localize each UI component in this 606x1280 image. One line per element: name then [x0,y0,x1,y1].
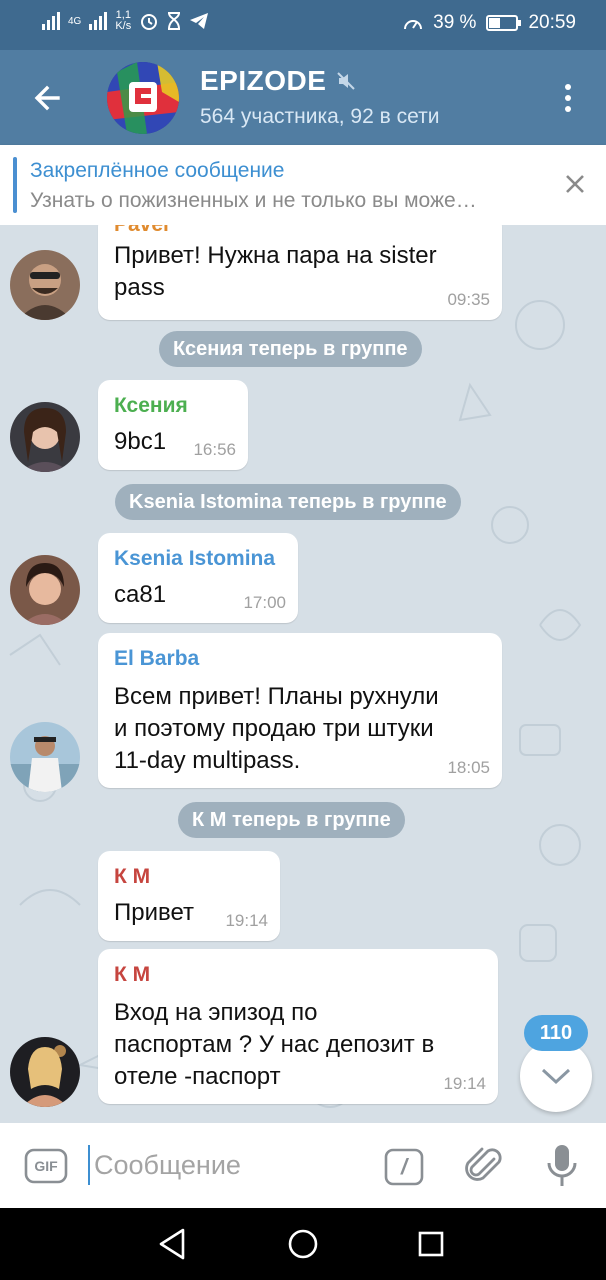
network-speed: 1,1 K/s [115,10,131,32]
battery-icon [486,15,522,31]
close-icon[interactable] [562,171,588,197]
chat-header: EPIZODE 564 участника, 92 в сети [0,50,606,145]
status-bar-left: 4G 1,1 K/s [42,10,209,32]
hourglass-icon [168,12,181,30]
message-text: Вход на эпизод по паспортам ? У нас депо… [114,997,434,1093]
message-text-line: Привет [114,899,195,926]
message-text: Всем привет! Планы рухнули и поэтому про… [114,681,439,777]
nav-recents-icon[interactable] [413,1226,449,1262]
message-text-line: отеле -паспорт [114,1063,281,1090]
message-bubble[interactable]: Pavel Привет! Нужна пара на sister pass … [98,225,502,320]
signal-icon-2 [89,12,108,30]
attach-icon[interactable] [464,1145,504,1187]
chat-title-text: EPIZODE [200,65,327,96]
message-text-line: Всем привет! Планы рухнули [114,683,439,710]
message-input[interactable]: Сообщение [88,1145,358,1185]
message-text-line: pass [114,274,165,301]
avatar-ksenia-istomina[interactable] [10,555,80,625]
unread-count-badge: 110 [524,1015,588,1051]
message-time: 17:00 [243,593,286,612]
message-text-line: Вход на эпизод по [114,999,318,1026]
avatar-pavel[interactable] [10,250,80,320]
message-bubble[interactable]: Ksenia Istomina ca81 17:00 [98,533,298,623]
message-text-line: 11-day multipass. [114,747,301,774]
pinned-title: Закреплённое сообщение [30,159,285,182]
message-text-line: ca81 [114,581,167,608]
system-navigation-bar [0,1208,606,1280]
message-text: Привет! Нужна пара на sister pass [114,240,437,304]
speed-unit: K/s [115,20,132,32]
back-arrow-icon[interactable] [28,78,68,118]
status-bar: 4G 1,1 K/s 39 % 20:59 [0,0,606,50]
clock: 20:59 [528,12,576,33]
pinned-text: Узнать о пожизненных и не только вы може… [30,189,477,212]
message-composer: GIF Сообщение / [0,1123,606,1208]
network-type: 4G [68,15,82,27]
message-sender: El Barba [114,647,200,670]
message-text-line: и поэтому продаю три штуки [114,715,434,742]
gif-button[interactable]: GIF [24,1148,68,1184]
pinned-message[interactable]: Закреплённое сообщение Узнать о пожизнен… [0,145,606,225]
chat-title[interactable]: EPIZODE [200,65,356,97]
message-sender: Ksenia Istomina [114,547,276,570]
avatar-km[interactable] [10,1037,80,1107]
message-sender: К М [114,865,151,888]
message-sender: К М [114,963,151,986]
command-label: / [400,1154,408,1179]
battery-fill [489,18,500,28]
bot-commands-button[interactable]: / [384,1148,424,1186]
message-bubble[interactable]: Ксения 9bc1 16:56 [98,380,248,470]
message-sender: Pavel [114,225,169,237]
avatar-el-barba[interactable] [10,722,80,792]
message-sender: Ксения [114,394,188,417]
status-bar-right: 39 % 20:59 [403,12,576,34]
nav-home-icon[interactable] [285,1226,321,1262]
chat-subtitle: 564 участника, 92 в сети [200,105,440,128]
chevron-down-icon [541,1068,571,1085]
alarm-icon [141,14,158,30]
microphone-icon[interactable] [544,1143,580,1189]
message-text-line: паспортам ? У нас депозит в [114,1031,435,1058]
speedometer-icon [404,20,423,30]
gif-label: GIF [34,1158,58,1174]
message-time: 19:14 [443,1074,486,1093]
message-list[interactable]: Pavel Привет! Нужна пара на sister pass … [0,225,606,1123]
battery-percent: 39 % [433,12,477,33]
avatar-kseniya[interactable] [10,402,80,472]
group-avatar[interactable] [107,62,179,134]
more-options-icon[interactable] [558,80,578,116]
message-time: 16:56 [193,440,236,459]
pinned-indicator [13,157,17,213]
muted-icon [337,72,356,90]
message-time: 19:14 [225,911,268,930]
message-bubble[interactable]: К М Привет 19:14 [98,851,280,941]
message-bubble[interactable]: El Barba Всем привет! Планы рухнули и по… [98,633,502,788]
group-logo [107,62,179,134]
telegram-icon [190,13,209,29]
service-message: К М теперь в группе [178,802,405,838]
message-bubble[interactable]: К М Вход на эпизод по паспортам ? У нас … [98,949,498,1104]
signal-icon [42,12,60,30]
nav-back-icon[interactable] [155,1226,191,1262]
message-text-line: 9bc1 [114,428,167,455]
service-message: Ksenia Istomina теперь в группе [115,484,461,520]
message-text-line: Привет! Нужна пара на sister [114,242,437,269]
message-time: 18:05 [447,758,490,777]
message-time: 09:35 [447,290,490,309]
service-message: Ксения теперь в группе [159,331,422,367]
